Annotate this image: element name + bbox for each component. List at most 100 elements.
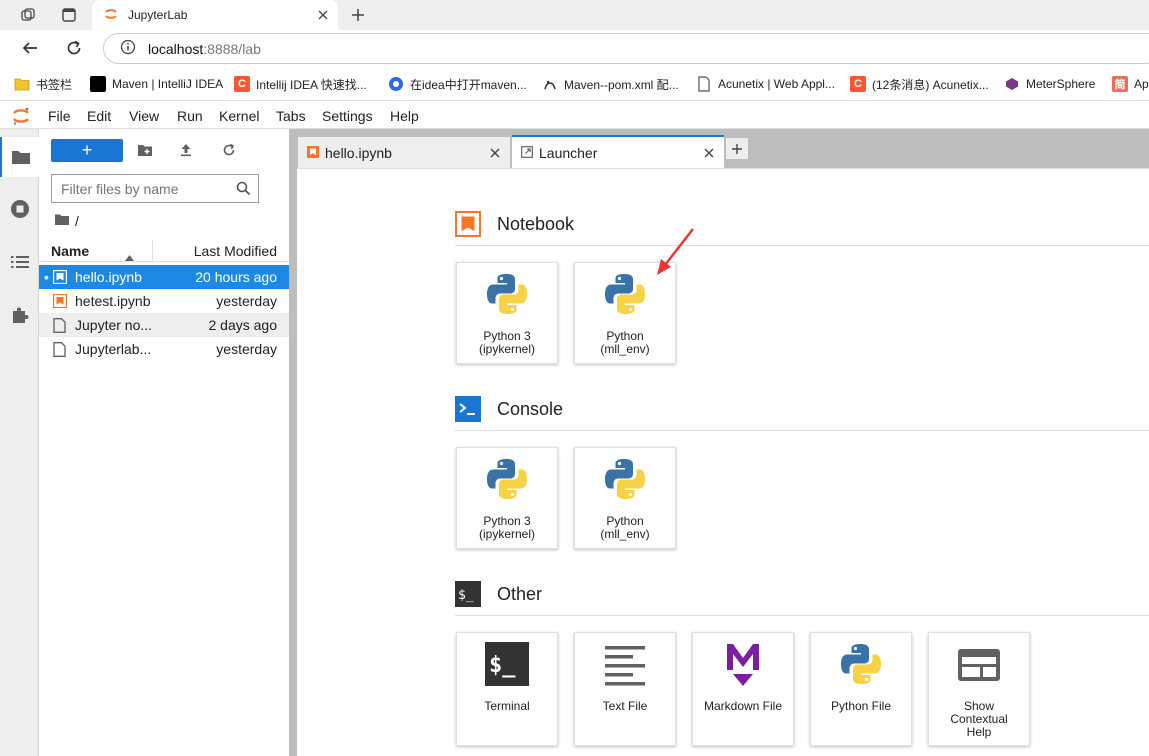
card-label: (mll_env)	[600, 342, 650, 356]
browser-tab-strip: JupyterLab	[0, 0, 1149, 30]
breadcrumb-root[interactable]: /	[75, 213, 79, 229]
card-label: Terminal	[484, 699, 530, 713]
launcher-card-python-mll-env-console[interactable]: Python (mll_env)	[574, 447, 676, 549]
vertical-tabs-icon[interactable]	[57, 3, 81, 27]
folder-icon[interactable]	[54, 213, 70, 229]
menu-kernel[interactable]: Kernel	[219, 108, 259, 124]
bookmark-label: 书签栏	[36, 77, 73, 92]
list-icon	[10, 256, 29, 268]
bookmark-item[interactable]: 在idea中打开maven...	[388, 75, 527, 93]
table-of-contents-tab[interactable]	[0, 242, 39, 282]
bookmark-label: Maven | IntelliJ IDEA	[112, 77, 224, 91]
file-list-item[interactable]: • hello.ipynb 20 hours ago	[39, 265, 289, 289]
new-launcher-button[interactable]: +	[51, 139, 123, 162]
left-activity-bar	[0, 129, 39, 756]
notebook-icon	[52, 293, 68, 309]
folder-icon	[14, 76, 30, 92]
python-file-icon	[838, 641, 884, 687]
menu-view[interactable]: View	[129, 108, 159, 124]
close-icon[interactable]	[704, 145, 714, 161]
filter-files-field[interactable]	[51, 174, 259, 203]
url-field[interactable]: localhost:8888/lab	[103, 33, 1149, 64]
bookmark-item[interactable]: 简 Apa	[1112, 75, 1149, 93]
new-tab-icon[interactable]	[346, 3, 370, 27]
bookmark-item[interactable]: MeterSphere	[1004, 75, 1095, 93]
jupyter-logo-icon	[11, 106, 31, 129]
column-name-header[interactable]: Name	[51, 243, 89, 259]
bookmark-item[interactable]: C (12条消息) Acunetix...	[850, 75, 989, 93]
file-icon	[53, 342, 67, 357]
blog-icon	[388, 76, 404, 92]
annotation-arrow-icon	[657, 228, 694, 275]
menu-help[interactable]: Help	[390, 108, 419, 124]
launcher-card-terminal[interactable]: $_ Terminal	[456, 632, 558, 746]
close-icon[interactable]	[490, 145, 500, 161]
csdn-icon: C	[850, 76, 866, 92]
tab-launcher[interactable]: Launcher	[512, 135, 724, 168]
bookmark-item[interactable]: 书签栏	[14, 75, 72, 93]
launcher-card-markdown-file[interactable]: Markdown File	[692, 632, 794, 746]
new-folder-icon[interactable]	[136, 141, 154, 159]
file-browser-tab[interactable]	[0, 137, 39, 177]
card-label: Python File	[830, 699, 892, 713]
extension-manager-tab[interactable]	[0, 295, 39, 335]
menu-settings[interactable]: Settings	[322, 108, 373, 124]
file-list-item[interactable]: hetest.ipynb yesterday	[39, 289, 289, 313]
bookmark-label: Apa	[1134, 77, 1149, 91]
refresh-icon[interactable]	[220, 141, 238, 159]
file-name: Jupyterlab...	[75, 341, 152, 357]
column-modified-header[interactable]: Last Modified	[194, 243, 277, 259]
panel-splitter[interactable]	[289, 129, 297, 756]
section-divider	[455, 615, 1149, 616]
file-list-item[interactable]: Jupyter no... 2 days ago	[39, 313, 289, 337]
upload-icon[interactable]	[177, 141, 195, 159]
browser-tab-jupyterlab[interactable]: JupyterLab	[92, 0, 338, 30]
jupyter-logo-icon	[104, 7, 118, 24]
intellij-icon	[90, 76, 106, 92]
file-icon	[53, 318, 67, 333]
menu-tabs[interactable]: Tabs	[276, 108, 306, 124]
section-title: Console	[497, 398, 564, 419]
filter-files-input[interactable]	[61, 180, 231, 197]
file-list-item[interactable]: Jupyterlab... yesterday	[39, 337, 289, 361]
file-browser-panel: + / Name Last Modified • hello.ipynb 20 …	[39, 129, 289, 756]
menu-run[interactable]: Run	[177, 108, 203, 124]
running-sessions-tab[interactable]	[0, 189, 39, 229]
bookmark-label: Intellij IDEA 快速找...	[256, 77, 367, 92]
card-label: Help	[966, 725, 992, 739]
bookmark-label: Acunetix | Web Appl...	[718, 77, 835, 91]
launcher-card-contextual-help[interactable]: Show Contextual Help	[928, 632, 1030, 746]
bookmark-item[interactable]: Maven--pom.xml 配...	[542, 75, 679, 93]
plus-icon	[732, 143, 742, 154]
jianshu-icon: 简	[1112, 76, 1128, 92]
column-divider[interactable]	[152, 240, 153, 262]
url-text: localhost:8888/lab	[148, 41, 261, 57]
svg-text:$_: $_	[489, 653, 516, 678]
address-bar: localhost:8888/lab	[0, 30, 1149, 67]
python-logo-icon	[602, 456, 648, 502]
menu-edit[interactable]: Edit	[87, 108, 111, 124]
python-logo-icon	[602, 271, 648, 317]
launcher-card-python3-notebook[interactable]: Python 3 (ipykernel)	[456, 262, 558, 364]
puzzle-icon	[12, 307, 28, 323]
card-label: (ipykernel)	[478, 527, 535, 541]
back-icon[interactable]	[18, 36, 42, 60]
contextual-help-icon	[956, 641, 1002, 687]
new-launcher-tab-button[interactable]	[726, 138, 748, 159]
launcher-card-python-file[interactable]: Python File	[810, 632, 912, 746]
bookmark-item[interactable]: Maven | IntelliJ IDEA	[90, 75, 223, 93]
bookmark-label: MeterSphere	[1026, 77, 1096, 91]
bookmark-item[interactable]: Acunetix | Web Appl...	[696, 75, 835, 93]
launcher-card-text-file[interactable]: Text File	[574, 632, 676, 746]
workspaces-icon[interactable]	[16, 3, 40, 27]
bookmark-item[interactable]: C Intellij IDEA 快速找...	[234, 75, 367, 93]
python-logo-icon	[484, 271, 530, 317]
reload-icon[interactable]	[62, 36, 86, 60]
launcher-card-python3-console[interactable]: Python 3 (ipykernel)	[456, 447, 558, 549]
site-info-icon[interactable]	[120, 39, 136, 58]
menu-file[interactable]: File	[48, 108, 71, 124]
url-host: localhost	[148, 40, 204, 57]
tab-hello-ipynb[interactable]: hello.ipynb	[298, 137, 510, 168]
close-icon[interactable]	[318, 8, 328, 23]
file-modified: yesterday	[216, 341, 277, 357]
